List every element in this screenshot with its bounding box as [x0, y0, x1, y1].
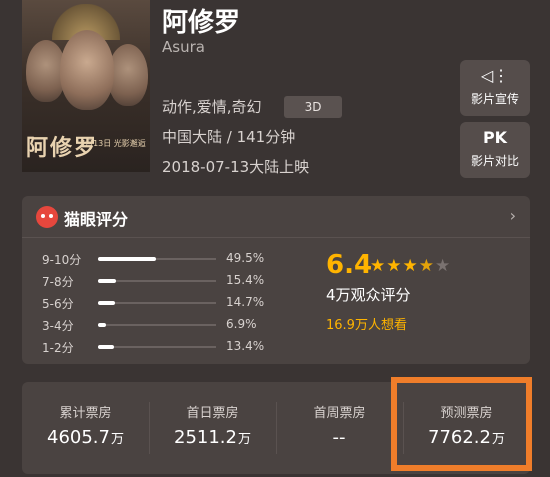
- movie-poster[interactable]: 阿修罗 7月13日 光影邂逅: [22, 0, 150, 172]
- promo-button-label: 影片宣传: [470, 92, 519, 106]
- dist-row: 7-8分 15.4%: [42, 270, 312, 292]
- dist-percent: 6.9%: [226, 317, 257, 331]
- boxoffice-first-week: 首周票房 --: [276, 382, 403, 474]
- rating-card-title: 猫眼评分: [64, 210, 129, 229]
- dist-bar-fill: [98, 257, 157, 261]
- format-badge: 3D: [284, 96, 342, 118]
- pk-icon: PK: [482, 128, 508, 147]
- origin-runtime: 中国大陆 / 141分钟: [162, 128, 296, 146]
- boxoffice-total: 累计票房 4605.7万: [22, 382, 149, 474]
- movie-genres: 动作,爱情,奇幻: [162, 98, 262, 116]
- dist-label: 3-4分: [42, 319, 74, 333]
- compare-button[interactable]: PK 影片对比: [460, 122, 530, 178]
- boxoffice-value: 4605.7万: [47, 427, 124, 448]
- chevron-right-icon[interactable]: ›: [510, 206, 516, 225]
- star-full-icon: ★: [386, 256, 403, 276]
- dist-row: 5-6分 14.7%: [42, 292, 312, 314]
- star-full-icon: ★: [402, 256, 419, 276]
- dist-bar-fill: [98, 345, 114, 349]
- dist-bar-track: [98, 301, 216, 305]
- boxoffice-label: 预测票房: [440, 406, 493, 421]
- boxoffice-forecast: 预测票房 7762.2万: [403, 382, 530, 474]
- dist-bar-track: [98, 279, 216, 283]
- dist-bar-fill: [98, 279, 117, 283]
- dist-bar-fill: [98, 301, 116, 305]
- compare-button-label: 影片对比: [470, 154, 519, 168]
- rating-distribution: 9-10分 49.5% 7-8分 15.4% 5-6分 14.7% 3-4分 6…: [42, 248, 312, 358]
- dist-bar-fill: [98, 323, 107, 327]
- star-full-icon: ★: [370, 256, 387, 276]
- dist-label: 5-6分: [42, 297, 74, 311]
- boxoffice-value: 2511.2万: [174, 427, 251, 448]
- dist-bar-track: [98, 323, 216, 327]
- dist-percent: 15.4%: [226, 273, 265, 287]
- poster-face-center: [60, 30, 114, 110]
- dist-label: 1-2分: [42, 341, 74, 355]
- dist-bar-track: [98, 345, 216, 349]
- star-empty-icon: ★: [435, 256, 452, 276]
- boxoffice-label: 首周票房: [313, 406, 366, 421]
- rating-card-header[interactable]: 猫眼评分 ›: [22, 196, 530, 238]
- star-rating: ★★★★★: [370, 256, 451, 276]
- dist-bar-track: [98, 257, 216, 261]
- dist-percent: 49.5%: [226, 251, 265, 265]
- poster-face-right: [108, 44, 148, 106]
- boxoffice-first-day: 首日票房 2511.2万: [149, 382, 276, 474]
- boxoffice-panel: 累计票房 4605.7万 首日票房 2511.2万 首周票房 -- 预测票房 7…: [22, 382, 530, 474]
- boxoffice-value: 7762.2万: [428, 427, 505, 448]
- release-date: 2018-07-13大陆上映: [162, 158, 310, 176]
- promo-button[interactable]: ◁⋮ 影片宣传: [460, 60, 530, 116]
- movie-subtitle: Asura: [162, 38, 205, 56]
- dist-label: 7-8分: [42, 275, 74, 289]
- dist-percent: 13.4%: [226, 339, 265, 353]
- maoyan-cat-icon: [36, 206, 58, 228]
- rater-count: 4万观众评分: [326, 286, 411, 304]
- dist-label: 9-10分: [42, 253, 82, 267]
- dist-row: 3-4分 6.9%: [42, 314, 312, 336]
- movie-title: 阿修罗: [162, 8, 241, 38]
- poster-date-text: 7月13日 光影邂逅: [80, 139, 146, 148]
- want-count: 16.9万人想看: [326, 318, 407, 333]
- dist-row: 1-2分 13.4%: [42, 336, 312, 358]
- boxoffice-value: --: [332, 427, 346, 448]
- rating-score: 6.4: [326, 250, 373, 280]
- star-half-icon: ★: [418, 256, 435, 276]
- dist-percent: 14.7%: [226, 295, 265, 309]
- dist-row: 9-10分 49.5%: [42, 248, 312, 270]
- rating-card: 猫眼评分 › 9-10分 49.5% 7-8分 15.4% 5-6分 14.7%…: [22, 196, 530, 364]
- speaker-icon: ◁⋮: [480, 66, 510, 85]
- boxoffice-label: 累计票房: [59, 406, 112, 421]
- boxoffice-label: 首日票房: [186, 406, 239, 421]
